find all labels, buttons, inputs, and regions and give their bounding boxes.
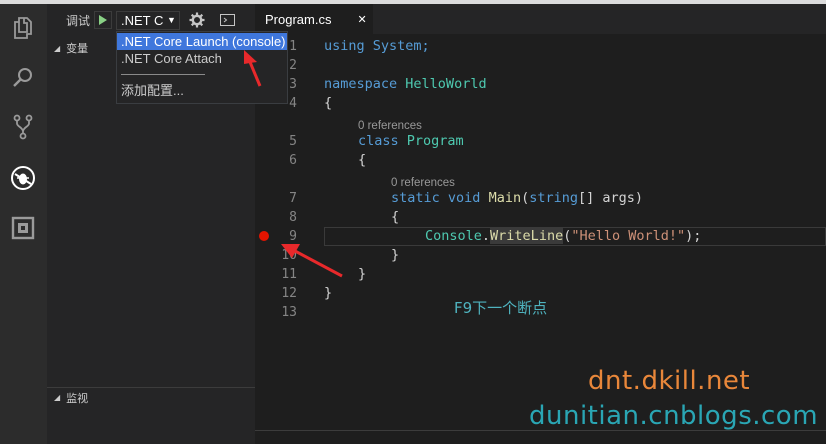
activity-bar <box>0 4 47 444</box>
code-line: 5 class Program <box>289 133 464 149</box>
watch-section-header[interactable]: ◢ 监视 <box>47 387 255 407</box>
debug-label: 调试 <box>66 13 91 28</box>
tab-program-cs[interactable]: Program.cs ✕ <box>255 4 373 34</box>
tab-bar: Program.cs ✕ <box>255 4 826 34</box>
code-line: 1 using System; <box>289 38 430 54</box>
debug-toolbar: 调试 .NET C ▼ <box>47 8 255 32</box>
line-text: { <box>324 95 333 111</box>
line-text: } <box>358 266 367 282</box>
code-line: 4 { <box>289 95 333 111</box>
line-text: { <box>358 152 367 168</box>
config-option-add[interactable]: 添加配置... <box>117 82 287 99</box>
code-line: 10 } <box>281 247 400 263</box>
watch-title: 监视 <box>66 391 89 405</box>
extensions-icon[interactable] <box>10 215 36 241</box>
code-line: 11 } <box>281 266 367 282</box>
line-text: { <box>391 209 400 225</box>
close-icon[interactable]: ✕ <box>357 13 366 26</box>
code-lens-references[interactable]: 0 references <box>391 177 455 189</box>
search-icon[interactable] <box>10 65 36 91</box>
console-icon <box>219 14 235 26</box>
line-text: class Program <box>358 133 464 149</box>
line-text: namespace HelloWorld <box>324 76 487 92</box>
collapse-arrow-icon: ◢ <box>54 43 61 53</box>
source-control-icon[interactable] <box>10 114 36 140</box>
line-text: static void Main(string[] args) <box>391 190 644 206</box>
dropdown-separator <box>121 74 205 75</box>
variables-title: 变量 <box>66 42 89 55</box>
debug-icon[interactable] <box>10 165 36 191</box>
code-line: 8 { <box>289 209 400 225</box>
tab-label: Program.cs <box>265 11 332 27</box>
line-text: } <box>324 285 333 301</box>
code-line-current: 9 Console.WriteLine("Hello World!"); <box>255 227 826 246</box>
code-line: 2 <box>289 58 297 73</box>
launch-config-dropdown: .NET Core Launch (console) .NET Core Att… <box>116 31 288 104</box>
line-text: Console.WriteLine("Hello World!"); <box>425 228 702 244</box>
debug-console-button[interactable] <box>219 13 235 27</box>
code-line: 7 static void Main(string[] args) <box>289 190 644 206</box>
code-lens-references[interactable]: 0 references <box>358 120 422 132</box>
gear-icon <box>189 12 205 28</box>
config-option-core-attach[interactable]: .NET Core Attach <box>117 50 287 67</box>
open-launch-json-button[interactable] <box>188 11 206 29</box>
code-line: 3 namespace HelloWorld <box>289 76 487 92</box>
explorer-icon[interactable] <box>10 15 36 41</box>
watermark-dnt: dnt.dkill.net <box>588 366 751 396</box>
line-text: } <box>391 247 400 263</box>
chevron-down-icon: ▼ <box>167 15 176 25</box>
code-line: 6 { <box>289 152 367 168</box>
annotation-text: F9下一个断点 <box>454 299 548 317</box>
launch-config-value: .NET C <box>121 12 164 28</box>
config-option-core-launch[interactable]: .NET Core Launch (console) <box>117 33 287 50</box>
play-icon <box>99 15 107 25</box>
line-text: using System; <box>324 38 430 54</box>
start-debugging-button[interactable] <box>94 11 112 29</box>
watermark-cnblogs: dunitian.cnblogs.com <box>529 401 819 431</box>
collapse-arrow-icon: ◢ <box>54 393 61 402</box>
launch-config-select[interactable]: .NET C ▼ <box>116 10 180 30</box>
